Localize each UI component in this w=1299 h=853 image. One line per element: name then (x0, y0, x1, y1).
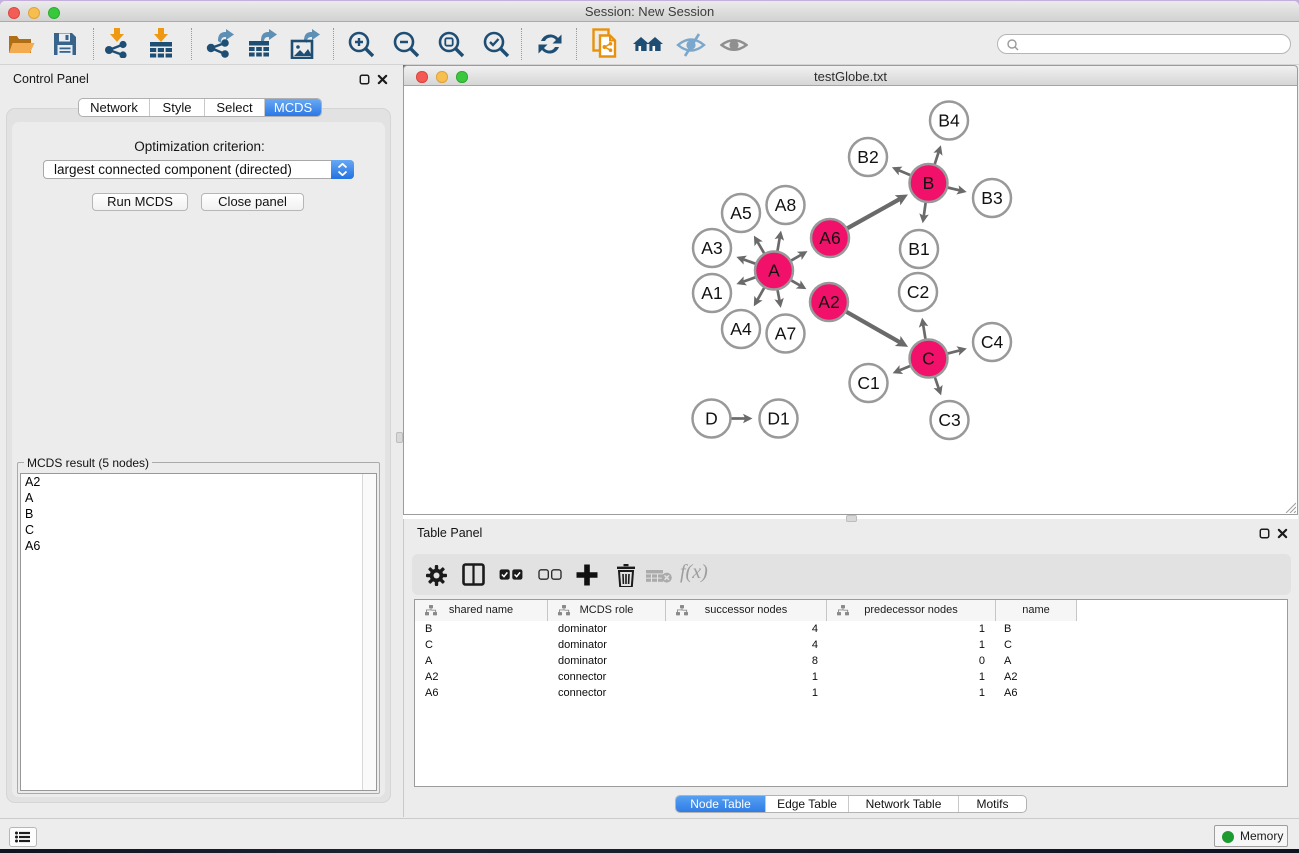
svg-text:B4: B4 (938, 111, 960, 131)
svg-text:A7: A7 (775, 324, 796, 344)
svg-text:D: D (705, 409, 718, 429)
svg-text:A2: A2 (818, 292, 839, 312)
svg-text:A8: A8 (775, 195, 796, 215)
svg-text:A6: A6 (819, 228, 840, 248)
svg-text:A4: A4 (730, 319, 752, 339)
svg-text:B2: B2 (857, 147, 878, 167)
svg-text:B1: B1 (908, 239, 929, 259)
svg-text:C2: C2 (907, 282, 929, 302)
svg-text:A5: A5 (730, 203, 751, 223)
svg-text:A1: A1 (701, 283, 722, 303)
svg-text:C4: C4 (981, 332, 1004, 352)
svg-text:D1: D1 (767, 409, 789, 429)
svg-text:B3: B3 (981, 188, 1002, 208)
svg-text:B: B (923, 173, 935, 193)
svg-text:A3: A3 (701, 238, 722, 258)
svg-text:A: A (768, 261, 780, 281)
svg-text:C1: C1 (857, 373, 879, 393)
svg-text:C3: C3 (938, 410, 960, 430)
svg-text:C: C (922, 349, 935, 369)
